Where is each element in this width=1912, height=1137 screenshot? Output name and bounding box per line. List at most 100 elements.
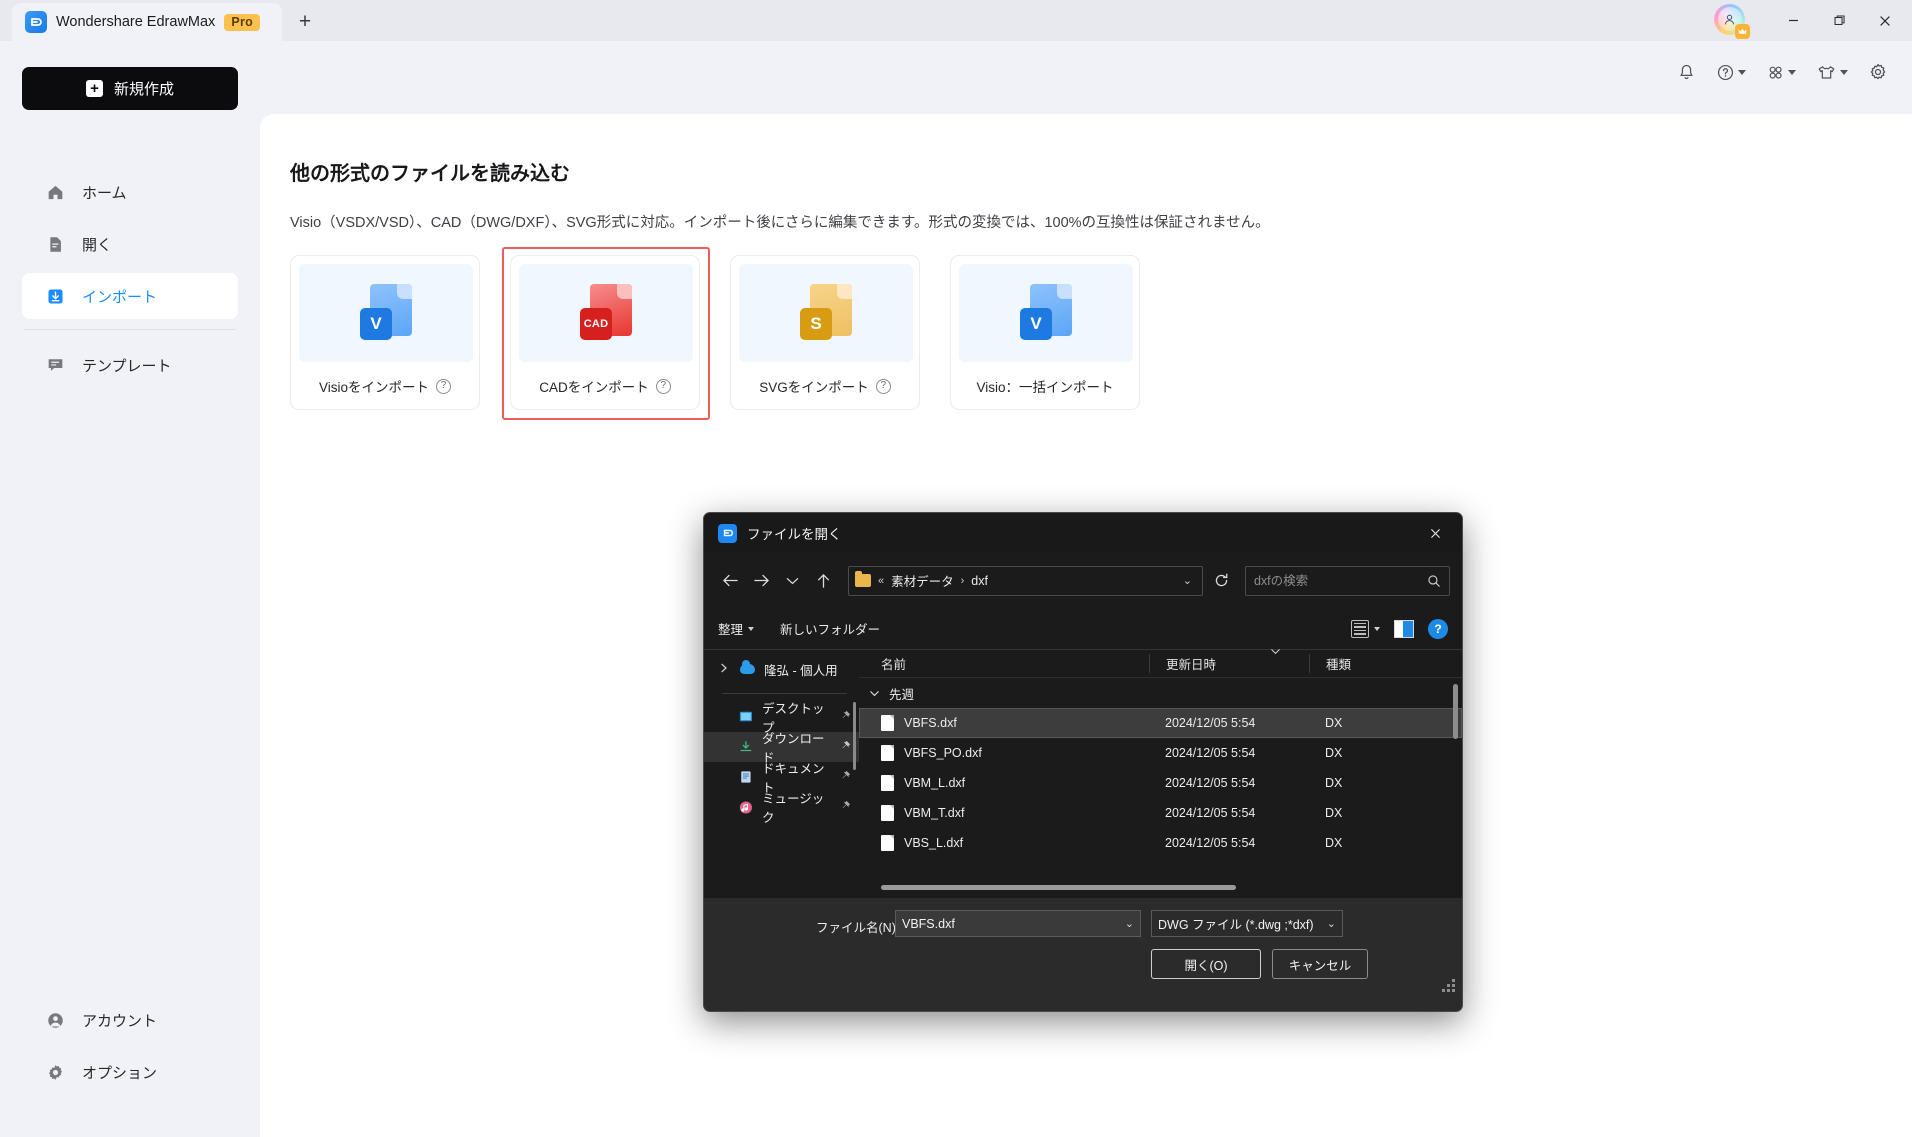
visio-file-icon: V [1020,284,1072,342]
nav-pane-onedrive[interactable]: 隆弘 - 個人用 [704,654,859,684]
app-window: Wondershare EdrawMax Pro + + 新規作成 ホーム 開く… [0,0,1912,1137]
list-view-icon [1351,619,1369,638]
new-document-label: 新規作成 [113,81,174,98]
notification-button[interactable] [1671,56,1702,88]
back-button[interactable] [716,566,745,596]
minimize-button[interactable] [1770,0,1816,41]
pin-icon[interactable] [840,740,851,754]
file-list-horizontal-scrollbar[interactable] [881,885,1236,890]
import-card-cad[interactable]: CAD CADをインポート ? [502,247,710,420]
settings-button[interactable] [1862,56,1894,88]
file-icon [881,715,894,731]
new-tab-button[interactable]: + [288,5,322,39]
cad-file-icon: CAD [580,284,632,342]
chevron-down-icon [748,626,755,631]
sort-ascending-icon [1270,647,1281,658]
close-button[interactable] [1862,0,1908,41]
nav-pane-music[interactable]: ミュージック [704,792,859,825]
filename-input[interactable]: VBFS.dxf ⌄ [895,910,1141,937]
sidebar-item-template[interactable]: テンプレート [22,342,238,388]
desktop-icon [739,711,753,722]
file-row[interactable]: VBS_L.dxf 2024/12/05 5:54 DX [859,828,1462,858]
card-thumbnail: S [739,264,913,362]
open-button[interactable]: 開く(O) [1151,949,1261,979]
help-icon[interactable]: ? [436,378,452,394]
top-toolbar [1671,52,1894,92]
pin-icon[interactable] [840,710,851,724]
sidebar-item-account[interactable]: アカウント [22,997,238,1043]
file-name: VBS_L.dxf [904,836,964,850]
chevron-down-icon[interactable]: ⌄ [1125,917,1134,930]
breadcrumb[interactable]: « 素材データ › dxf ⌄ [847,565,1203,596]
file-row[interactable]: VBFS.dxf 2024/12/05 5:54 DX [859,708,1462,738]
up-button[interactable] [809,566,838,596]
sidebar-item-open[interactable]: 開く [22,221,238,267]
dialog-titlebar: ファイルを開く [704,513,1462,553]
file-name: VBFS_PO.dxf [904,746,982,760]
left-sidebar: + 新規作成 ホーム 開く インポート テンプレート アカウント オプション [0,41,260,1137]
pin-icon[interactable] [840,800,851,814]
sidebar-nav: ホーム 開く インポート テンプレート [22,169,238,394]
chevron-down-icon[interactable]: ⌄ [1183,574,1196,587]
recent-locations-button[interactable] [778,566,807,596]
search-icon [1428,574,1440,587]
help-button[interactable] [1710,56,1752,88]
theme-button[interactable] [1810,56,1854,88]
forward-button[interactable] [747,566,776,596]
help-icon[interactable]: ? [1428,618,1448,639]
file-group-header[interactable]: 先週 [859,678,1462,708]
app-tab[interactable]: Wondershare EdrawMax Pro [12,3,282,41]
breadcrumb-segment-1[interactable]: dxf [971,574,988,588]
cancel-button[interactable]: キャンセル [1272,949,1368,979]
chevron-right-icon[interactable] [720,663,731,676]
dialog-search-box[interactable] [1244,565,1450,596]
column-header-name[interactable]: 名前 [859,654,1149,673]
nav-pane-scrollbar[interactable] [853,702,856,770]
help-icon[interactable]: ? [875,378,891,394]
file-type: DX [1325,836,1343,850]
chevron-down-icon [1374,626,1380,631]
import-card-visio[interactable]: V Visioをインポート ? [290,255,480,410]
nav-pane-onedrive-label: 隆弘 - 個人用 [764,663,838,678]
new-folder-button[interactable]: 新しいフォルダー [780,619,880,638]
import-icon [44,285,66,307]
card-label-visio-batch: Visio：一括インポート [976,380,1114,395]
dialog-title: ファイルを開く [747,527,842,542]
import-card-visio-batch[interactable]: V Visio：一括インポート [950,255,1140,410]
column-header-date[interactable]: 更新日時 [1149,649,1309,673]
apps-button[interactable] [1760,56,1802,88]
file-row[interactable]: VBM_T.dxf 2024/12/05 5:54 DX [859,798,1462,828]
search-input[interactable] [1253,573,1427,588]
file-icon [881,775,894,791]
preview-pane-icon[interactable] [1394,619,1414,638]
breadcrumb-segment-0[interactable]: 素材データ [891,571,954,590]
pin-icon[interactable] [840,770,851,784]
view-mode-button[interactable] [1351,619,1380,638]
settings-icon [44,1061,66,1083]
sidebar-bottom-nav: アカウント オプション [22,997,238,1101]
resize-grip[interactable] [1442,979,1455,992]
refresh-button[interactable] [1208,567,1235,595]
organize-menu[interactable]: 整理 [718,619,755,638]
sidebar-item-import[interactable]: インポート [22,273,238,319]
bell-icon [1680,64,1693,79]
dialog-close-button[interactable] [1414,516,1456,550]
sidebar-item-options[interactable]: オプション [22,1049,238,1095]
file-row[interactable]: VBFS_PO.dxf 2024/12/05 5:54 DX [859,738,1462,768]
maximize-button[interactable] [1816,0,1862,41]
new-folder-label: 新しいフォルダー [780,623,881,637]
column-header-type[interactable]: 種類 [1309,654,1462,673]
import-card-svg[interactable]: S SVGをインポート ? [730,255,920,410]
file-name: VBM_L.dxf [904,776,966,790]
sidebar-item-home[interactable]: ホーム [22,169,238,215]
file-list-vertical-scrollbar[interactable] [1453,684,1458,739]
column-header-date-label: 更新日時 [1166,658,1217,672]
avatar[interactable] [1714,3,1750,39]
chevron-down-icon[interactable]: ⌄ [1327,917,1336,930]
card-label-cad: CADをインポート [539,380,649,395]
new-document-button[interactable]: + 新規作成 [22,67,238,110]
file-row[interactable]: VBM_L.dxf 2024/12/05 5:54 DX [859,768,1462,798]
help-icon[interactable]: ? [655,378,671,394]
filetype-dropdown[interactable]: DWG ファイル (*.dwg ;*dxf) ⌄ [1151,910,1343,937]
filename-value: VBFS.dxf [902,916,955,931]
